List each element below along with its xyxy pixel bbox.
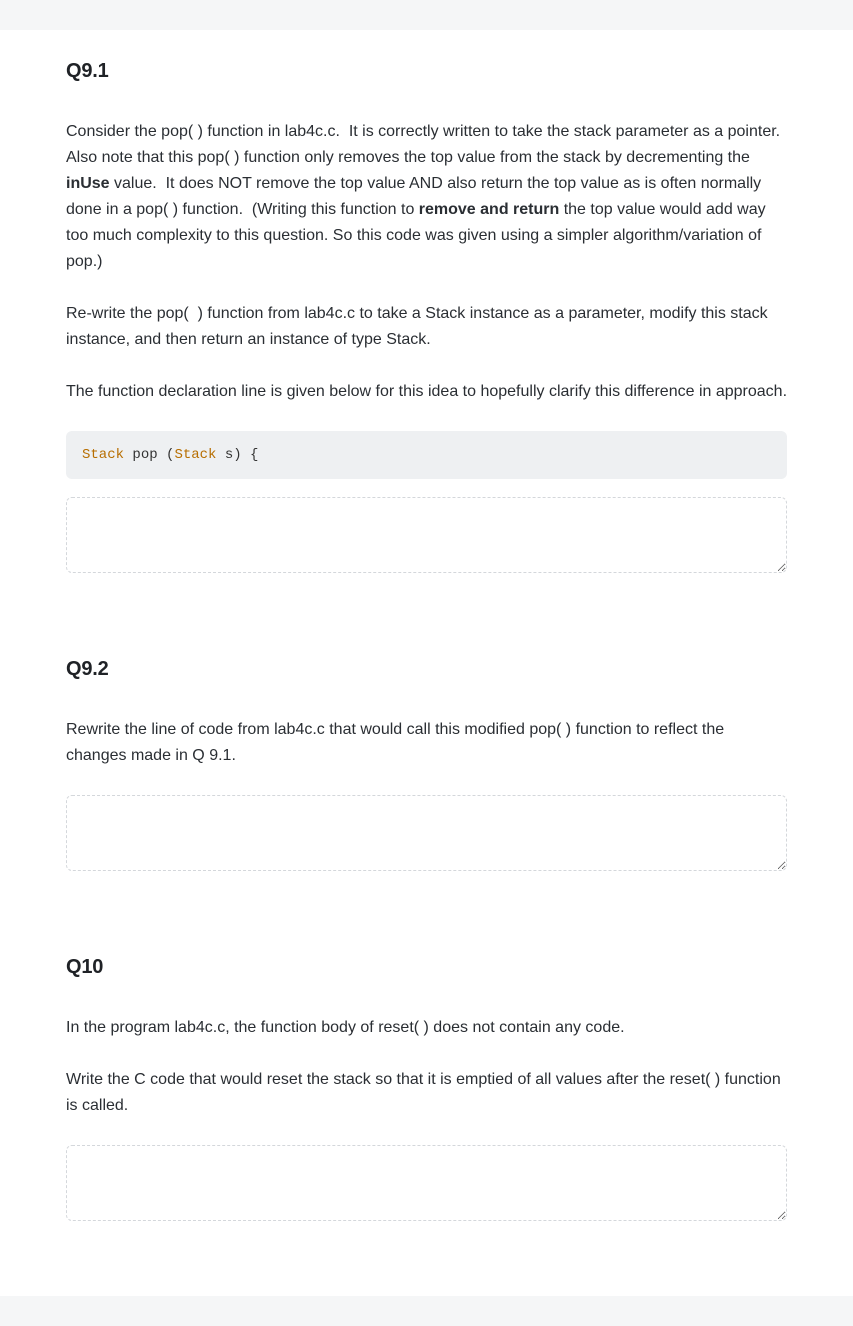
question-body: Rewrite the line of code from lab4c.c th… [66,717,787,769]
code-block: Stack pop (Stack s) { [66,431,787,479]
question-body-text: Rewrite the line of code from lab4c.c th… [66,717,787,769]
question-title: Q9.2 [66,658,787,681]
question-body: In the program lab4c.c, the function bod… [66,1015,787,1119]
answer-input-q9-2[interactable] [66,795,787,871]
question-title: Q10 [66,956,787,979]
answer-input-q9-1[interactable] [66,497,787,573]
question-body: Consider the pop( ) function in lab4c.c.… [66,119,787,405]
question-q9-2: Q9.2 Rewrite the line of code from lab4c… [66,658,787,876]
answer-input-q10[interactable] [66,1145,787,1221]
question-body-text: Consider the pop( ) function in lab4c.c.… [66,119,787,405]
page-content: Q9.1 Consider the pop( ) function in lab… [0,30,853,1296]
question-q10: Q10 In the program lab4c.c, the function… [66,956,787,1226]
question-q9-1: Q9.1 Consider the pop( ) function in lab… [66,60,787,578]
question-body-text: In the program lab4c.c, the function bod… [66,1015,787,1119]
question-title: Q9.1 [66,60,787,83]
